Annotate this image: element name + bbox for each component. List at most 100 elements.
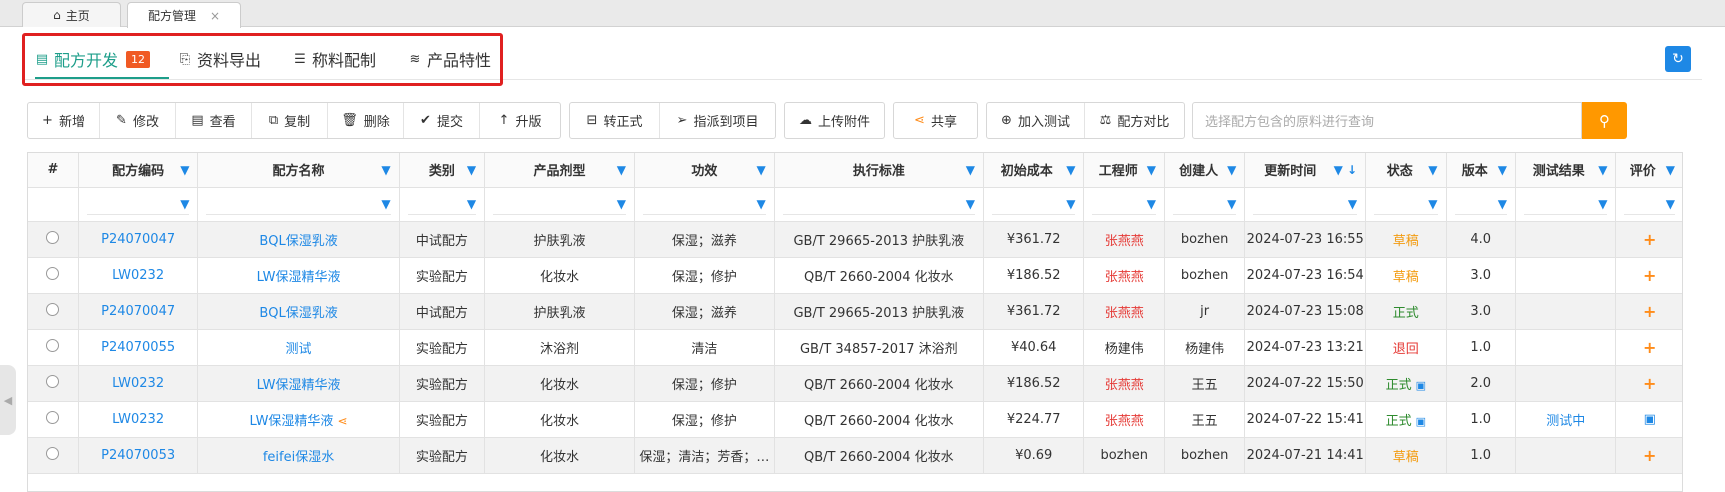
column-header[interactable]: 配方名称 ▼ <box>197 153 400 188</box>
table-row[interactable]: P24070047 BQL保湿乳液 中试配方 护肤乳液 保湿；滋养 GB/T 29665-… <box>28 293 1682 330</box>
filter-cell[interactable]: ▼ <box>1365 187 1447 222</box>
formula-name-link[interactable]: LW保湿精华液 <box>257 270 341 285</box>
column-header[interactable]: 版本 ▼ <box>1446 153 1516 188</box>
formula-name-link[interactable]: LW保湿精华液 <box>257 378 341 393</box>
filter-cell[interactable]: ▼ <box>399 187 486 222</box>
filter-input[interactable] <box>206 193 391 215</box>
table-row[interactable]: P24070055 测试 实验配方 沐浴剂 清洁 GB/T 34857-2017 沐浴剂 ¥… <box>28 329 1682 366</box>
filter-icon[interactable]: ▼ <box>1428 163 1437 177</box>
filter-icon[interactable]: ▼ <box>617 163 626 177</box>
share-icon[interactable]: ⋖ <box>337 414 347 428</box>
filter-icon[interactable]: ▼ <box>757 163 766 177</box>
formula-code-cell[interactable]: P24070055 <box>78 329 199 366</box>
upgrade-button[interactable]: ↑ 升版 <box>480 103 560 138</box>
formula-code-link[interactable]: P24070053 <box>101 448 175 463</box>
filter-icon[interactable]: ▼ <box>1598 197 1607 211</box>
formula-name-link[interactable]: BQL保湿乳液 <box>259 234 337 249</box>
upload-attachment-button[interactable]: ☁ 上传附件 <box>785 103 884 138</box>
add-rating-icon[interactable]: + <box>1643 446 1656 465</box>
search-button[interactable]: ⚲ <box>1582 102 1627 139</box>
add-rating-icon[interactable]: + <box>1643 230 1656 249</box>
row-select-cell[interactable] <box>28 329 79 366</box>
filter-icon[interactable]: ▼ <box>1498 163 1507 177</box>
column-header[interactable]: 功效 ▼ <box>634 153 775 188</box>
row-select-cell[interactable] <box>28 401 79 438</box>
formula-code-link[interactable]: LW0232 <box>112 376 164 391</box>
view-button[interactable]: ▤ 查看 <box>176 103 252 138</box>
document-icon[interactable]: ▣ <box>1416 415 1426 428</box>
add-test-button[interactable]: ⊕ 加入测试 <box>987 103 1085 138</box>
row-radio[interactable] <box>46 410 60 424</box>
formula-name-cell[interactable]: LW保湿精华液 <box>197 257 400 294</box>
formula-name-cell[interactable]: BQL保湿乳液 <box>197 221 400 258</box>
formula-name-cell[interactable]: LW保湿精华液 ⋖ <box>197 401 400 438</box>
subnav-formula-development[interactable]: ▤ 配方开发 12 <box>35 48 151 70</box>
filter-icon[interactable]: ▼ <box>1666 197 1675 211</box>
filter-cell[interactable]: ▼ <box>1446 187 1516 222</box>
filter-cell[interactable]: ▼ <box>1083 187 1165 222</box>
row-radio[interactable] <box>46 374 60 388</box>
filter-icon[interactable]: ▼ <box>1147 197 1156 211</box>
filter-cell[interactable]: ▼ <box>774 187 984 222</box>
rating-doc-icon[interactable]: ▣ <box>1644 412 1656 427</box>
refresh-button[interactable]: ↻ <box>1665 46 1691 72</box>
add-rating-icon[interactable]: + <box>1643 374 1656 393</box>
rating-cell[interactable]: + <box>1615 221 1682 258</box>
formula-name-link[interactable]: feifei保湿水 <box>263 450 334 465</box>
filter-icon[interactable]: ▼ <box>381 197 390 211</box>
formula-code-cell[interactable]: LW0232 <box>78 365 199 402</box>
test-result-cell[interactable] <box>1515 257 1617 294</box>
column-header[interactable]: 状态 ▼ <box>1365 153 1447 188</box>
edit-button[interactable]: ✎ 修改 <box>100 103 176 138</box>
column-header[interactable]: 评价 ▼ <box>1615 153 1682 188</box>
filter-cell[interactable]: ▼ <box>634 187 775 222</box>
filter-icon[interactable]: ▼ <box>467 163 476 177</box>
filter-cell[interactable]: ▼ <box>1515 187 1617 222</box>
formula-code-cell[interactable]: P24070047 <box>78 221 199 258</box>
row-select-cell[interactable] <box>28 365 79 402</box>
assign-project-button[interactable]: ➢ 指派到项目 <box>660 103 775 138</box>
delete-button[interactable]: 🗑 删除 <box>328 103 404 138</box>
subnav-weighing[interactable]: ☰ 称料配制 <box>293 48 376 70</box>
filter-icon[interactable]: ▼ <box>1147 163 1156 177</box>
filter-icon[interactable]: ▼ <box>1227 197 1236 211</box>
row-radio[interactable] <box>46 266 60 280</box>
add-rating-icon[interactable]: + <box>1643 302 1656 321</box>
table-row[interactable]: P24070053 feifei保湿水 实验配方 化妆水 保湿；清洁；芳香；… QB/T … <box>28 437 1682 474</box>
formula-code-link[interactable]: P24070047 <box>101 304 175 319</box>
rating-cell[interactable]: + <box>1615 257 1682 294</box>
formula-code-cell[interactable]: P24070053 <box>78 437 199 474</box>
filter-cell[interactable]: ▼ <box>1164 187 1246 222</box>
test-result-cell[interactable] <box>1515 293 1617 330</box>
submit-button[interactable]: ✔ 提交 <box>404 103 480 138</box>
material-search-input[interactable]: 选择配方包含的原料进行查询 <box>1192 102 1582 139</box>
column-header[interactable]: 配方编码 ▼ <box>78 153 199 188</box>
filter-input[interactable] <box>782 193 975 215</box>
copy-button[interactable]: ⧉ 复制 <box>252 103 328 138</box>
formula-code-link[interactable]: LW0232 <box>112 412 164 427</box>
filter-cell[interactable]: ▼ <box>1244 187 1367 222</box>
column-header[interactable]: 创建人 ▼ <box>1164 153 1246 188</box>
row-radio[interactable] <box>46 302 60 316</box>
filter-cell[interactable]: ▼ <box>197 187 400 222</box>
test-result-cell[interactable] <box>1515 329 1617 366</box>
filter-icon[interactable]: ▼ <box>1066 197 1075 211</box>
formula-code-cell[interactable]: LW0232 <box>78 257 199 294</box>
formula-name-cell[interactable]: feifei保湿水 <box>197 437 400 474</box>
add-rating-icon[interactable]: + <box>1643 338 1656 357</box>
row-select-cell[interactable] <box>28 437 79 474</box>
test-result-cell[interactable] <box>1515 365 1617 402</box>
formula-code-link[interactable]: P24070055 <box>101 340 175 355</box>
filter-icon[interactable]: ▼ <box>467 197 476 211</box>
add-button[interactable]: + 新增 <box>28 103 100 138</box>
subnav-product-features[interactable]: ≋ 产品特性 <box>408 48 491 70</box>
add-rating-icon[interactable]: + <box>1643 266 1656 285</box>
rating-cell[interactable]: + <box>1615 329 1682 366</box>
filter-input[interactable] <box>991 193 1076 215</box>
column-header[interactable]: 产品剂型 ▼ <box>484 153 635 188</box>
test-result-cell[interactable] <box>1515 437 1617 474</box>
tab-formula-management[interactable]: 配方管理 × <box>127 2 241 28</box>
filter-input[interactable] <box>1523 193 1608 215</box>
filter-icon[interactable]: ▼ <box>180 197 189 211</box>
formula-name-link[interactable]: BQL保湿乳液 <box>259 306 337 321</box>
